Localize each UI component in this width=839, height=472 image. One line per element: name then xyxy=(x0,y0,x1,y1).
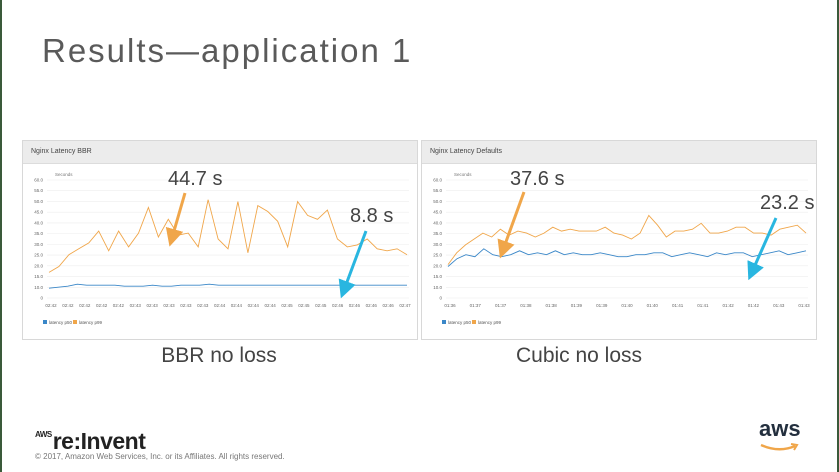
y-tick-label: 25.0 xyxy=(34,253,43,258)
x-tick-label: 01:38 xyxy=(520,303,532,308)
x-tick-label: 02:43 xyxy=(163,303,175,308)
legend-label: latency p50 xyxy=(49,320,73,325)
x-tick-label: 02:46 xyxy=(332,303,344,308)
x-tick-label: 02:44 xyxy=(248,303,260,308)
aws-logo-text: aws xyxy=(759,416,801,441)
x-tick-label: 02:46 xyxy=(349,303,361,308)
chart-title: Nginx Latency BBR xyxy=(23,141,417,164)
x-tick-label: 01:37 xyxy=(470,303,482,308)
y-tick-label: 10.0 xyxy=(433,285,442,290)
y-tick-label: 45.0 xyxy=(433,210,442,215)
y-tick-label: 15.0 xyxy=(433,274,442,279)
x-tick-label: 01:41 xyxy=(697,303,709,308)
y-axis-label: Seconds xyxy=(454,172,472,177)
x-tick-label: 01:40 xyxy=(647,303,659,308)
aws-smile-icon xyxy=(760,443,799,451)
x-tick-label: 02:42 xyxy=(113,303,125,308)
x-tick-label: 01:39 xyxy=(596,303,608,308)
x-tick-label: 01:36 xyxy=(444,303,456,308)
y-tick-label: 50.0 xyxy=(34,199,43,204)
legend-swatch xyxy=(73,320,77,324)
legend-label: latency p99 xyxy=(478,320,502,325)
y-tick-label: 45.0 xyxy=(34,210,43,215)
x-tick-label: 02:44 xyxy=(214,303,226,308)
x-tick-label: 02:42 xyxy=(62,303,74,308)
x-tick-label: 02:42 xyxy=(96,303,108,308)
x-tick-label: 02:43 xyxy=(147,303,159,308)
y-tick-label: 25.0 xyxy=(433,253,442,258)
x-tick-label: 02:45 xyxy=(298,303,310,308)
y-tick-label: 55.0 xyxy=(433,188,442,193)
y-tick-label: 0 xyxy=(439,296,442,301)
y-tick-label: 15.0 xyxy=(34,274,43,279)
legend-label: latency p99 xyxy=(79,320,103,325)
y-tick-label: 30.0 xyxy=(433,242,442,247)
y-tick-label: 20.0 xyxy=(433,263,442,268)
legend-swatch xyxy=(442,320,446,324)
legend-swatch xyxy=(43,320,47,324)
x-tick-label: 01:43 xyxy=(773,303,785,308)
legend-swatch xyxy=(472,320,476,324)
reinvent-logo: AWSre:Invent xyxy=(35,428,146,455)
chart-panel-defaults: Nginx Latency Defaults Seconds 0 10.0 15.0 2… xyxy=(421,140,817,340)
callout-bbr-p50: 8.8 s xyxy=(350,205,394,227)
x-tick-label: 01:43 xyxy=(798,303,810,308)
y-tick-label: 50.0 xyxy=(433,199,442,204)
x-tick-label: 01:42 xyxy=(723,303,735,308)
x-tick-label: 01:41 xyxy=(672,303,684,308)
x-tick-label: 02:43 xyxy=(180,303,192,308)
x-tick-label: 02:46 xyxy=(383,303,395,308)
y-tick-label: 35.0 xyxy=(433,231,442,236)
x-tick-label: 02:43 xyxy=(130,303,142,308)
x-tick-label: 02:42 xyxy=(79,303,91,308)
x-tick-label: 02:46 xyxy=(366,303,378,308)
y-tick-label: 20.0 xyxy=(34,263,43,268)
x-tick-label: 02:45 xyxy=(315,303,327,308)
brand-name: re:Invent xyxy=(52,428,146,454)
x-tick-label: 01:42 xyxy=(748,303,760,308)
y-tick-label: 0 xyxy=(40,296,43,301)
chart-defaults: Seconds 0 10.0 15.0 20.0 25.0 30.0 35.0 40.0 45.0… xyxy=(433,172,810,325)
x-tick-label: 02:44 xyxy=(265,303,277,308)
y-tick-label: 60.0 xyxy=(34,178,43,183)
caption-cubic: Cubic no loss xyxy=(515,344,643,367)
callout-bbr-p99: 44.7 s xyxy=(168,168,223,190)
y-tick-label: 35.0 xyxy=(34,231,43,236)
x-tick-label: 02:44 xyxy=(231,303,243,308)
copyright: © 2017, Amazon Web Services, Inc. or its… xyxy=(35,452,285,461)
series-line-p50 xyxy=(447,248,807,267)
chart-title: Nginx Latency Defaults xyxy=(422,141,816,164)
legend-label: latency p50 xyxy=(448,320,472,325)
y-tick-label: 40.0 xyxy=(34,220,43,225)
y-tick-label: 60.0 xyxy=(433,178,442,183)
y-tick-label: 30.0 xyxy=(34,242,43,247)
brand-prefix: AWS xyxy=(35,430,52,439)
y-tick-label: 55.0 xyxy=(34,188,43,193)
x-tick-label: 01:39 xyxy=(571,303,583,308)
x-tick-label: 01:37 xyxy=(495,303,507,308)
aws-logo: aws xyxy=(759,418,807,456)
left-edge-line xyxy=(0,0,2,472)
x-tick-label: 02:42 xyxy=(45,303,57,308)
y-tick-label: 40.0 xyxy=(433,220,442,225)
caption-bbr: BBR no loss xyxy=(161,344,277,367)
y-axis-label: Seconds xyxy=(55,172,73,177)
series-line-p50 xyxy=(48,283,407,289)
callout-defaults-p50: 23.2 s xyxy=(760,192,815,214)
y-tick-label: 10.0 xyxy=(34,285,43,290)
x-tick-label: 02:47 xyxy=(399,303,411,308)
x-tick-label: 01:40 xyxy=(621,303,633,308)
x-tick-label: 02:43 xyxy=(197,303,209,308)
slide-title: Results—application 1 xyxy=(42,32,413,69)
callout-defaults-p99: 37.6 s xyxy=(510,168,565,190)
x-tick-label: 02:45 xyxy=(281,303,293,308)
x-tick-label: 01:38 xyxy=(546,303,558,308)
